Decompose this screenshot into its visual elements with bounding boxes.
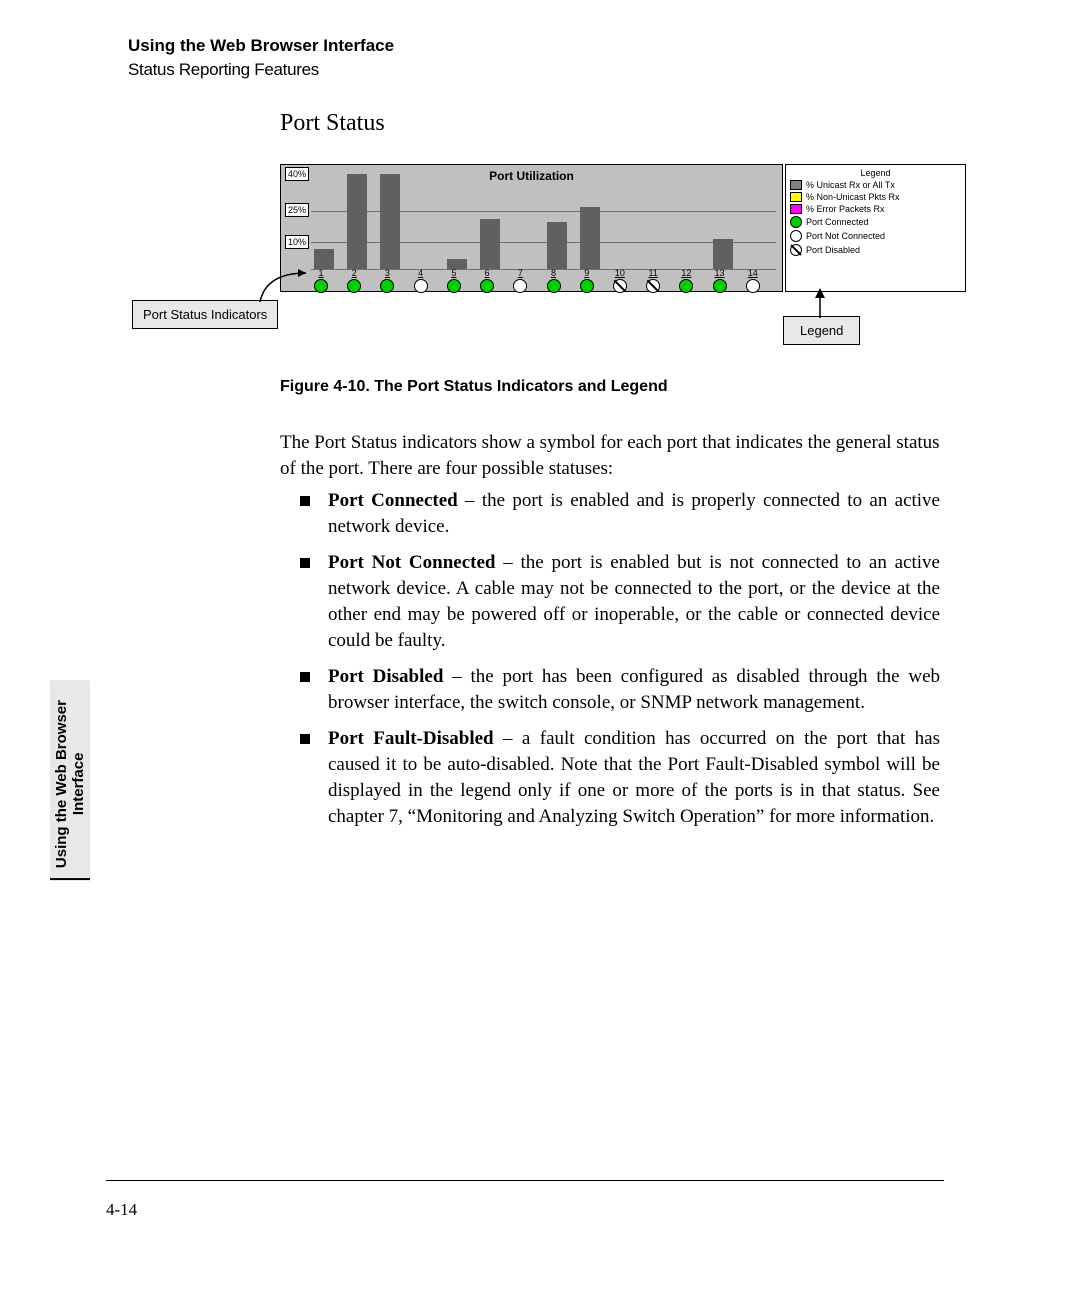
bar-port-2 [347, 174, 367, 269]
port-number: 7 [510, 268, 530, 278]
legend-circle-icon [790, 230, 802, 242]
legend-swatch-icon [790, 180, 802, 190]
port-connected-icon [547, 279, 561, 293]
port-utilization-chart: 40% 25% 10% Port Utilization 12345678910… [280, 164, 783, 292]
port-indicator-11: 11 [643, 268, 663, 293]
port-indicator-3: 3 [377, 268, 397, 293]
bullet-term: Port Connected [328, 490, 458, 511]
port-indicator-6: 6 [477, 268, 497, 293]
legend-header: Legend [786, 165, 965, 180]
status-bullet-list: Port Connected – the port is enabled and… [290, 488, 940, 840]
port-number: 14 [743, 268, 763, 278]
port-not-connected-icon [414, 279, 428, 293]
legend-list: % Unicast Rx or All Tx % Non-Unicast Pkts… [786, 180, 965, 256]
y-tick-10: 10% [285, 235, 309, 249]
chart-legend-panel: Legend % Unicast Rx or All Tx % Non-Unica… [785, 164, 966, 292]
bullet-term: Port Fault-Disabled [328, 728, 494, 749]
port-indicator-4: 4 [411, 268, 431, 293]
port-number: 3 [377, 268, 397, 278]
y-tick-25: 25% [285, 203, 309, 217]
section-heading: Port Status [280, 110, 385, 137]
legend-label: Port Not Connected [806, 231, 885, 241]
port-disabled-icon [613, 279, 627, 293]
intro-paragraph: The Port Status indicators show a symbol… [280, 430, 940, 482]
legend-item: % Unicast Rx or All Tx [790, 180, 961, 190]
port-indicator-row: 1234567891011121314 [311, 271, 776, 293]
port-connected-icon [713, 279, 727, 293]
legend-label: Port Connected [806, 217, 869, 227]
bar-port-13 [713, 239, 733, 269]
legend-item: % Error Packets Rx [790, 204, 961, 214]
port-number: 2 [344, 268, 364, 278]
port-connected-icon [679, 279, 693, 293]
bar-port-9 [580, 207, 600, 270]
callout-arrow-left [210, 263, 320, 313]
legend-item: Port Not Connected [790, 230, 961, 242]
port-number: 10 [610, 268, 630, 278]
legend-label: Port Disabled [806, 245, 860, 255]
bullet-term: Port Disabled [328, 666, 443, 687]
legend-label: % Unicast Rx or All Tx [806, 180, 895, 190]
figure-caption: Figure 4-10. The Port Status Indicators … [280, 378, 668, 396]
header-title: Using the Web Browser Interface [128, 36, 394, 56]
port-connected-icon [480, 279, 494, 293]
port-indicator-10: 10 [610, 268, 630, 293]
bar-port-8 [547, 222, 567, 270]
bar-port-3 [380, 174, 400, 269]
legend-swatch-icon [790, 192, 802, 202]
port-not-connected-icon [513, 279, 527, 293]
port-indicator-2: 2 [344, 268, 364, 293]
port-connected-icon [380, 279, 394, 293]
port-indicator-7: 7 [510, 268, 530, 293]
legend-circle-icon [790, 244, 802, 256]
legend-label: % Non-Unicast Pkts Rx [806, 192, 900, 202]
port-number: 13 [710, 268, 730, 278]
port-disabled-icon [646, 279, 660, 293]
bullet-item: Port Not Connected – the port is enabled… [290, 550, 940, 654]
port-connected-icon [447, 279, 461, 293]
port-indicator-12: 12 [676, 268, 696, 293]
port-indicator-14: 14 [743, 268, 763, 293]
port-number: 9 [577, 268, 597, 278]
legend-label: % Error Packets Rx [806, 204, 885, 214]
legend-swatch-icon [790, 204, 802, 214]
legend-item: % Non-Unicast Pkts Rx [790, 192, 961, 202]
port-number: 12 [676, 268, 696, 278]
bar-port-6 [480, 219, 500, 269]
port-number: 8 [544, 268, 564, 278]
side-tab: Using the Web Browser Interface [50, 680, 90, 880]
port-number: 4 [411, 268, 431, 278]
port-number: 5 [444, 268, 464, 278]
callout-arrow-right [810, 288, 830, 322]
bars-group [311, 165, 776, 269]
port-connected-icon [580, 279, 594, 293]
bullet-item: Port Connected – the port is enabled and… [290, 488, 940, 540]
side-tab-line1: Using the Web Browser [53, 700, 70, 868]
port-indicator-9: 9 [577, 268, 597, 293]
footer-rule [106, 1180, 944, 1181]
legend-circle-icon [790, 216, 802, 228]
side-tab-line2: Interface [70, 753, 87, 816]
legend-item: Port Connected [790, 216, 961, 228]
port-connected-icon [347, 279, 361, 293]
page-number: 4-14 [106, 1200, 137, 1220]
port-number: 11 [643, 268, 663, 278]
port-indicator-13: 13 [710, 268, 730, 293]
port-number: 6 [477, 268, 497, 278]
legend-item: Port Disabled [790, 244, 961, 256]
port-not-connected-icon [746, 279, 760, 293]
port-indicator-5: 5 [444, 268, 464, 293]
header-subtitle: Status Reporting Features [128, 60, 394, 80]
port-indicator-8: 8 [544, 268, 564, 293]
running-header: Using the Web Browser Interface Status R… [128, 36, 394, 80]
bullet-item: Port Disabled – the port has been config… [290, 664, 940, 716]
figure-port-status: 40% 25% 10% Port Utilization 12345678910… [280, 164, 965, 290]
bullet-term: Port Not Connected [328, 552, 495, 573]
bullet-item: Port Fault-Disabled – a fault condition … [290, 726, 940, 830]
